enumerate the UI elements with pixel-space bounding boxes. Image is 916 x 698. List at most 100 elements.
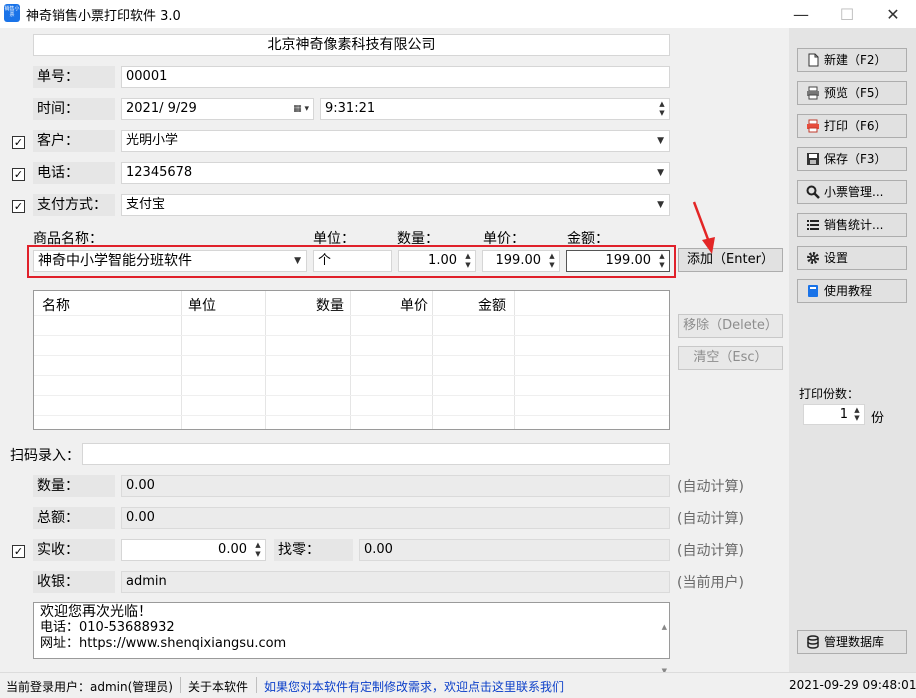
search-icon [806,185,820,199]
time-field[interactable]: 9:31:21 ▲ ▼ [320,98,670,120]
clear-button[interactable]: 清空（Esc） [678,346,783,370]
column-header-qty[interactable]: 数量 [316,295,344,315]
status-bar: 当前登录用户：admin(管理员) 关于本软件 如果您对本软件有定制修改需求，欢… [0,672,916,698]
customer-checkbox[interactable]: ✓ [12,136,25,149]
phone-checkbox[interactable]: ✓ [12,168,25,181]
change-field: 0.00 [359,539,670,561]
items-table[interactable]: 名称 单位 数量 单价 金额 [33,290,670,430]
column-header-price[interactable]: 单价 [400,295,428,315]
about-link[interactable]: 关于本软件 [188,678,248,695]
footer-line-2: 电话：010-53688932 [40,620,175,635]
window-title: 神奇销售小票打印软件 3.0 [26,9,181,24]
chevron-down-icon: ▼ [657,136,664,146]
auto-calc-note-qty: (自动计算) [677,479,744,495]
date-value: 2021/ 9/29 [126,101,197,116]
item-qty-field[interactable]: 1.00 ▲ ▼ [398,250,476,272]
close-button[interactable]: ✕ [870,0,916,28]
total-amount-label: 总额： [33,507,115,529]
save-button[interactable]: 保存（F3） [797,147,907,171]
column-header-unit[interactable]: 单位 [188,295,216,315]
received-checkbox[interactable]: ✓ [12,545,25,558]
footer-line-3: 网址：https://www.shenqixiangsu.com [40,636,287,651]
received-value: 0.00 [218,542,247,557]
list-icon [807,220,819,230]
amount-spinner-icon[interactable]: ▲ ▼ [656,252,668,270]
preview-button[interactable]: 预览（F5） [797,81,907,105]
change-label: 找零： [274,539,353,561]
title-bar: 销售小票 神奇销售小票打印软件 3.0 — ☐ ✕ [0,0,916,28]
new-button[interactable]: 新建（F2） [797,48,907,72]
copies-spinner-icon[interactable]: ▲ ▼ [851,406,863,423]
printer-icon [807,119,819,133]
cashier-label: 收银： [33,571,115,593]
status-datetime: 2021-09-29 09:48:01 [789,678,916,692]
date-picker[interactable]: 2021/ 9/29 ▦ ▾ [121,98,314,120]
manage-database-button[interactable]: 管理数据库 [797,630,907,654]
sales-stats-label: 销售统计... [824,218,884,232]
print-button[interactable]: 打印（F6） [797,114,907,138]
time-value: 9:31:21 [325,101,376,116]
new-button-label: 新建（F2） [824,53,887,67]
manage-database-label: 管理数据库 [824,635,885,649]
current-user-status: 当前登录用户：admin(管理员) [6,680,173,694]
item-price-field[interactable]: 199.00 ▲ ▼ [482,250,560,272]
copies-field[interactable]: 1 ▲ ▼ [803,404,865,425]
receipt-manage-button[interactable]: 小票管理... [797,180,907,204]
tutorial-label: 使用教程 [824,284,873,298]
remove-button[interactable]: 移除（Delete） [678,314,783,338]
copies-unit: 份 [871,411,885,426]
settings-button[interactable]: 设置 [797,246,907,270]
payment-checkbox[interactable]: ✓ [12,200,25,213]
database-icon [807,635,819,649]
payment-value: 支付宝 [126,197,166,212]
payment-select[interactable]: 支付宝 ▼ [121,194,670,216]
current-user-note: (当前用户) [677,575,744,591]
item-name-value: 神奇中小学智能分班软件 [38,253,192,269]
receipt-manage-label: 小票管理... [824,185,884,199]
qty-total-field: 0.00 [121,475,670,497]
received-field[interactable]: 0.00 ▲ ▼ [121,539,266,561]
order-no-field[interactable]: 00001 [121,66,670,88]
footer-line-1: 欢迎您再次光临！ [40,604,152,620]
payment-label: 支付方式： [33,194,115,216]
received-label: 实收： [33,539,115,561]
time-spinner-icon[interactable]: ▲ ▼ [656,100,668,118]
sales-stats-button[interactable]: 销售统计... [797,213,907,237]
column-header-name[interactable]: 名称 [42,295,70,315]
total-amount-field: 0.00 [121,507,670,529]
calendar-dropdown-icon[interactable]: ▦ ▾ [293,99,309,119]
qty-total-label: 数量： [33,475,115,497]
printer-preview-icon [807,86,819,100]
save-button-label: 保存（F3） [824,152,887,166]
app-icon: 销售小票 [4,4,20,22]
receipt-footer-textarea[interactable]: 欢迎您再次光临！ 电话：010-53688932 网址：https://www.… [33,602,670,675]
settings-label: 设置 [824,251,849,265]
preview-button-label: 预览（F5） [824,86,887,100]
customer-select[interactable]: 光明小学 ▼ [121,130,670,152]
copies-value: 1 [839,407,848,422]
item-amount-value: 199.00 [605,253,652,268]
tutorial-button[interactable]: 使用教程 [797,279,907,303]
new-file-icon [808,53,819,67]
item-name-select[interactable]: 神奇中小学智能分班软件 ▼ [33,250,307,272]
scan-input[interactable] [82,443,670,465]
customer-label: 客户： [33,130,115,152]
received-spinner-icon[interactable]: ▲ ▼ [252,541,264,559]
custom-request-link[interactable]: 如果您对本软件有定制修改需求，欢迎点击这里联系我们 [264,678,564,695]
auto-calc-note-change: (自动计算) [677,543,744,559]
phone-select[interactable]: 12345678 ▼ [121,162,670,184]
item-amount-field[interactable]: 199.00 ▲ ▼ [566,250,670,272]
gear-icon [807,252,819,264]
phone-label: 电话： [33,162,115,184]
maximize-button[interactable]: ☐ [824,0,870,28]
item-unit-field[interactable]: 个 [313,250,392,272]
chevron-down-icon: ▼ [657,168,664,178]
column-header-amount[interactable]: 金额 [478,295,506,315]
chevron-down-icon: ▼ [657,200,664,210]
cashier-field: admin [121,571,670,593]
shop-name-field[interactable]: 北京神奇像素科技有限公司 [33,34,670,56]
qty-spinner-icon[interactable]: ▲ ▼ [462,252,474,270]
item-price-value: 199.00 [495,253,542,268]
minimize-button[interactable]: — [778,0,824,28]
price-spinner-icon[interactable]: ▲ ▼ [546,252,558,270]
